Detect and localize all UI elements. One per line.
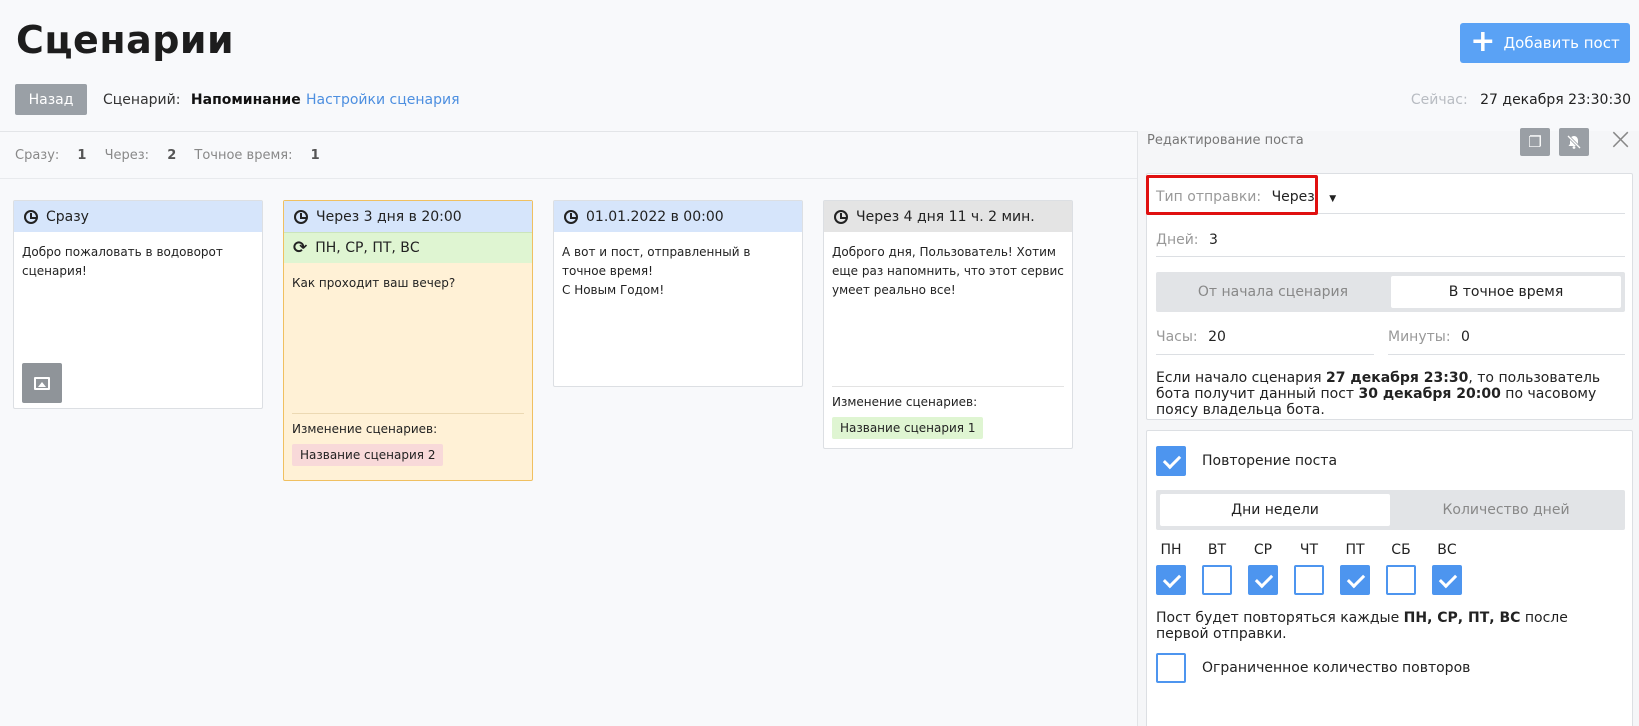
clock-icon bbox=[564, 209, 578, 224]
divider bbox=[0, 131, 1137, 132]
change-label: Изменение сценариев: bbox=[292, 422, 438, 436]
scenario-settings-link[interactable]: Настройки сценария bbox=[306, 92, 460, 108]
time-mode-toggle[interactable]: От начала сценария В точное время bbox=[1156, 272, 1625, 312]
weekday-checkbox[interactable] bbox=[1386, 565, 1416, 595]
post-card-after-4-days[interactable]: Через 4 дня 11 ч. 2 мин. Доброго дня, По… bbox=[823, 200, 1073, 449]
image-icon bbox=[34, 376, 50, 390]
clock-icon bbox=[24, 209, 38, 224]
current-time: Сейчас: 27 декабря 23:30:30 bbox=[1411, 92, 1631, 108]
dropdown-arrow-icon: ▼ bbox=[1329, 194, 1337, 204]
post-card-after-3-days[interactable]: Через 3 дня в 20:00 ⟳ ПН, СР, ПТ, ВС Как… bbox=[283, 200, 533, 481]
clock-icon bbox=[294, 209, 308, 224]
limited-repeats-label: Ограниченное количество повторов bbox=[1202, 660, 1471, 676]
repeat-settings-box: Повторение поста Дни недели Количество д… bbox=[1146, 430, 1633, 726]
weekday-label: СР bbox=[1253, 542, 1273, 558]
minutes-value[interactable]: 0 bbox=[1461, 329, 1470, 345]
edit-post-panel: Редактирование поста ❐ × Тип отправки: Ч… bbox=[1137, 125, 1639, 726]
add-post-label: Добавить пост bbox=[1503, 34, 1620, 52]
mute-icon[interactable] bbox=[1559, 128, 1589, 156]
mode-from-start[interactable]: От начала сценария bbox=[1160, 276, 1386, 308]
scenario-info: Сценарий: Напоминание bbox=[103, 92, 301, 108]
now-value: 27 декабря 23:30:30 bbox=[1480, 92, 1631, 108]
card-header: Через 4 дня 11 ч. 2 мин. bbox=[824, 201, 1072, 232]
clock-icon bbox=[834, 209, 848, 224]
repeat-mode-toggle[interactable]: Дни недели Количество дней bbox=[1156, 490, 1625, 530]
copy-icon[interactable]: ❐ bbox=[1520, 128, 1550, 156]
card-header: 01.01.2022 в 00:00 bbox=[554, 201, 802, 232]
weekday-checkbox[interactable] bbox=[1248, 565, 1278, 595]
repeat-icon: ⟳ bbox=[293, 238, 308, 258]
bell-off-icon bbox=[1566, 134, 1582, 150]
minutes-field[interactable]: Минуты: 0 bbox=[1388, 329, 1470, 345]
count-exact: Точное время: 1 bbox=[194, 148, 320, 163]
card-text: Доброго дня, Пользователь! Хотим еще раз… bbox=[832, 245, 1064, 297]
weekday-checkbox[interactable] bbox=[1340, 565, 1370, 595]
card-text: Как проходит ваш вечер? bbox=[292, 276, 456, 290]
card-repeat-days: ⟳ ПН, СР, ПТ, ВС bbox=[284, 232, 532, 263]
card-text: Добро пожаловать в водоворот сценария! bbox=[22, 245, 223, 278]
image-button[interactable] bbox=[22, 363, 62, 403]
days-field[interactable]: Дней: 3 bbox=[1156, 232, 1218, 248]
hours-field[interactable]: Часы: 20 bbox=[1156, 329, 1226, 345]
scenario-label: Сценарий: bbox=[103, 92, 181, 108]
weekday-label: ПТ bbox=[1345, 542, 1365, 558]
panel-title: Редактирование поста bbox=[1147, 133, 1304, 148]
highlight-outline bbox=[1146, 175, 1318, 215]
weekday-label: ВС bbox=[1437, 542, 1457, 558]
card-text-line: А вот и пост, отправленный в точное врем… bbox=[562, 245, 751, 278]
card-text-line: С Новым Годом! bbox=[562, 283, 665, 297]
weekday-label: ЧТ bbox=[1299, 542, 1319, 558]
post-card-immediately[interactable]: Сразу Добро пожаловать в водоворот сцена… bbox=[13, 200, 263, 409]
add-post-button[interactable]: + Добавить пост bbox=[1460, 23, 1630, 63]
post-card-exact-time[interactable]: 01.01.2022 в 00:00 А вот и пост, отправл… bbox=[553, 200, 803, 387]
back-button[interactable]: Назад bbox=[15, 84, 87, 115]
card-text: А вот и пост, отправленный в точное врем… bbox=[554, 232, 802, 311]
field-underline bbox=[1156, 256, 1625, 257]
change-label: Изменение сценариев: bbox=[832, 395, 978, 409]
repeat-post-checkbox[interactable] bbox=[1156, 446, 1186, 476]
card-title: Сразу bbox=[46, 208, 89, 225]
scenario-tag[interactable]: Название сценария 2 bbox=[292, 444, 444, 466]
card-title: Через 3 дня в 20:00 bbox=[316, 208, 462, 225]
minutes-label: Минуты: bbox=[1388, 329, 1451, 345]
repeat-post-label: Повторение поста bbox=[1202, 453, 1338, 469]
days-value[interactable]: 3 bbox=[1209, 232, 1218, 248]
card-title: 01.01.2022 в 00:00 bbox=[586, 208, 724, 225]
repeat-info-text: Пост будет повторяться каждые ПН, СР, ПТ… bbox=[1156, 610, 1568, 642]
hours-value[interactable]: 20 bbox=[1208, 329, 1226, 345]
mode-exact-time[interactable]: В точное время bbox=[1391, 276, 1621, 308]
count-after: Через: 2 bbox=[104, 148, 177, 163]
weekday-checkbox[interactable] bbox=[1156, 565, 1186, 595]
repeat-days-text: ПН, СР, ПТ, ВС bbox=[315, 240, 420, 256]
weekday-checkbox[interactable] bbox=[1432, 565, 1462, 595]
limited-repeats-checkbox[interactable] bbox=[1156, 653, 1186, 683]
page-title: Сценарии bbox=[16, 18, 235, 62]
days-label: Дней: bbox=[1156, 232, 1199, 248]
weekday-checkbox[interactable] bbox=[1294, 565, 1324, 595]
plus-icon: + bbox=[1470, 23, 1496, 59]
close-icon[interactable]: × bbox=[1608, 125, 1633, 155]
count-immediately: Сразу: 1 bbox=[15, 148, 87, 163]
weekday-label: ВТ bbox=[1207, 542, 1227, 558]
card-title: Через 4 дня 11 ч. 2 мин. bbox=[856, 208, 1035, 225]
field-underline bbox=[1388, 354, 1625, 355]
weekday-checkbox[interactable] bbox=[1202, 565, 1232, 595]
scenario-tag[interactable]: Название сценария 1 bbox=[832, 417, 984, 439]
now-label: Сейчас: bbox=[1410, 92, 1468, 108]
schedule-info-text: Если начало сценария 27 декабря 23:30, т… bbox=[1156, 370, 1601, 418]
weekday-label: СБ bbox=[1391, 542, 1411, 558]
tab-days-count[interactable]: Количество дней bbox=[1391, 494, 1621, 526]
field-underline bbox=[1156, 354, 1374, 355]
divider bbox=[0, 178, 1137, 179]
post-counts: Сразу: 1 Через: 2 Точное время: 1 bbox=[15, 148, 334, 163]
tab-weekdays[interactable]: Дни недели bbox=[1160, 494, 1390, 526]
scenario-name: Напоминание bbox=[190, 92, 301, 108]
weekday-label: ПН bbox=[1160, 542, 1182, 558]
hours-label: Часы: bbox=[1156, 329, 1198, 345]
card-header: Через 3 дня в 20:00 bbox=[284, 201, 532, 232]
card-header: Сразу bbox=[14, 201, 262, 232]
